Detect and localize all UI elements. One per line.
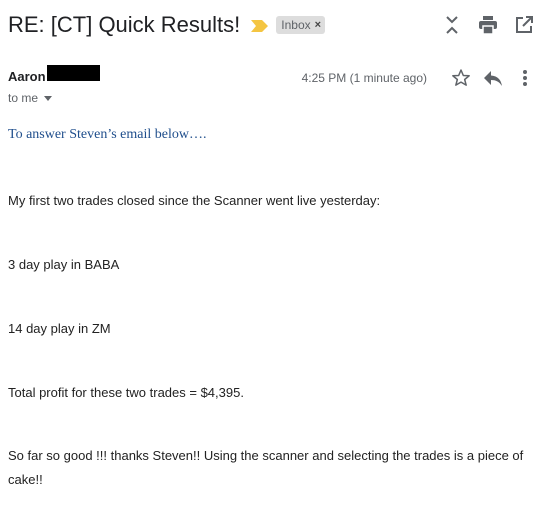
remove-label-icon[interactable]: × — [315, 19, 321, 31]
label-chip-inbox[interactable]: Inbox × — [276, 16, 326, 34]
body-line: Total profit for these two trades = $4,3… — [8, 385, 244, 400]
sender-row: Aaron — [8, 65, 100, 84]
label-chip-text: Inbox — [281, 17, 311, 32]
body-line: My first two trades closed since the Sca… — [8, 193, 381, 208]
more-vert-icon[interactable] — [513, 66, 537, 90]
body-intro: To answer Steven’s email below…. — [8, 127, 207, 142]
thread-toolbar — [427, 14, 535, 36]
open-new-window-icon[interactable] — [513, 14, 535, 36]
reply-icon[interactable] — [481, 66, 505, 90]
importance-marker-icon[interactable] — [251, 19, 269, 32]
redacted-sender-email — [46, 65, 100, 81]
sender-name[interactable]: Aaron — [8, 69, 46, 84]
email-subject: RE: [CT] Quick Results! — [8, 12, 241, 37]
subject-row: RE: [CT] Quick Results! Inbox × — [8, 12, 326, 38]
star-icon[interactable] — [449, 66, 473, 90]
body-line: 14 day play in ZM — [8, 321, 111, 336]
recipient-label: to me — [8, 91, 39, 105]
body-line: So far so good !!! thanks Steven!! Using… — [8, 448, 524, 487]
recipient-row[interactable]: to me — [8, 91, 53, 105]
print-icon[interactable] — [477, 14, 499, 36]
expand-collapse-icon[interactable] — [441, 14, 463, 36]
chevron-down-icon[interactable] — [44, 95, 53, 101]
timestamp: 4:25 PM (1 minute ago) — [301, 71, 427, 85]
body-line: 3 day play in BABA — [8, 257, 120, 272]
message-actions: 4:25 PM (1 minute ago) — [302, 66, 537, 90]
